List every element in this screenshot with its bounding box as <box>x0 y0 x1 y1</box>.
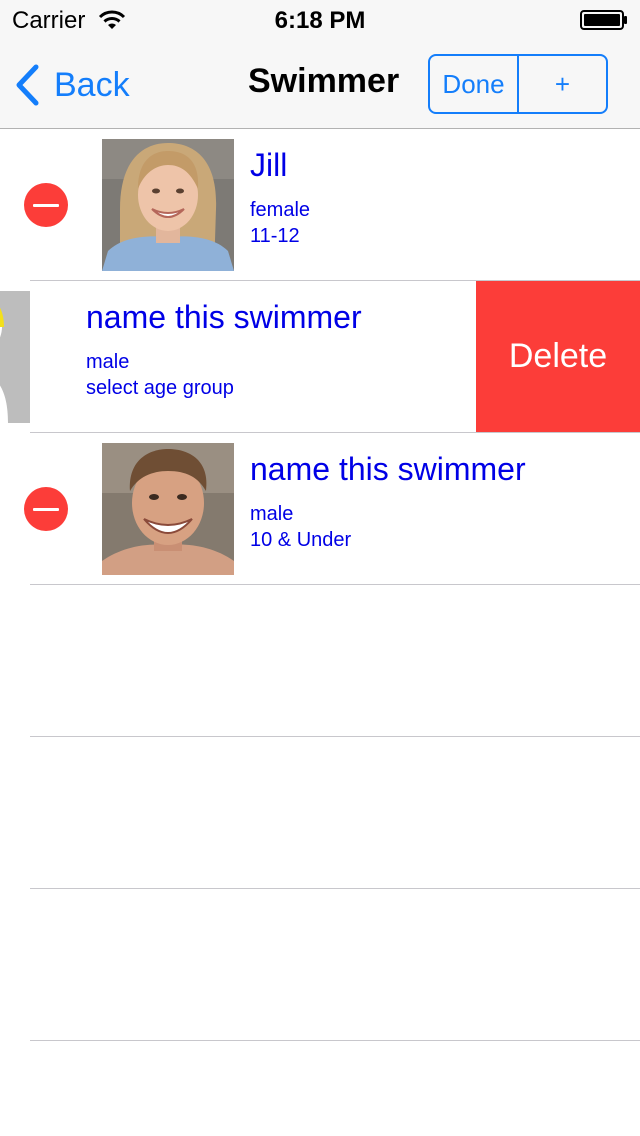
row-separator <box>30 1040 640 1041</box>
swimmer-gender[interactable]: male <box>86 351 129 374</box>
swimmer-row[interactable]: Jill female 11-12 <box>0 129 640 281</box>
swimmer-gender[interactable]: male <box>250 503 293 526</box>
add-swimmer-button[interactable]: + <box>519 56 606 112</box>
done-button[interactable]: Done <box>430 56 519 112</box>
swimmer-row[interactable]: name this swimmer male select age group … <box>0 281 640 433</box>
swimmer-name[interactable]: name this swimmer <box>86 299 362 336</box>
navigation-bar: Back Swimmer Done + <box>0 40 640 129</box>
delete-button[interactable]: Delete <box>476 281 640 432</box>
swimmer-name[interactable]: name this swimmer <box>250 451 526 488</box>
swimmer-photo <box>102 139 234 271</box>
empty-row <box>0 889 640 1041</box>
empty-row <box>0 737 640 889</box>
status-time: 6:18 PM <box>274 7 366 34</box>
swimmer-photo <box>102 443 234 575</box>
swimmer-row[interactable]: name this swimmer male 10 & Under <box>0 433 640 585</box>
swimmer-age-group[interactable]: 10 & Under <box>250 529 351 552</box>
back-button[interactable]: Back <box>14 64 130 106</box>
swiped-row-content[interactable]: name this swimmer male select age group <box>0 281 476 433</box>
page-title: Swimmer <box>248 62 400 100</box>
battery-icon <box>580 10 627 30</box>
empty-row <box>0 585 640 737</box>
back-label: Back <box>54 65 130 104</box>
chevron-left-icon <box>16 64 39 106</box>
swimmer-placeholder-photo <box>0 291 30 423</box>
delete-toggle-icon[interactable] <box>24 183 68 227</box>
swimmer-age-group[interactable]: 11-12 <box>250 225 300 248</box>
status-bar: Carrier 6:18 PM <box>0 0 640 40</box>
swimmer-gender[interactable]: female <box>250 199 310 222</box>
swimmer-name[interactable]: Jill <box>250 147 287 184</box>
delete-toggle-icon[interactable] <box>24 487 68 531</box>
swimmer-age-group[interactable]: select age group <box>86 377 234 400</box>
nav-segmented-control: Done + <box>428 54 608 114</box>
